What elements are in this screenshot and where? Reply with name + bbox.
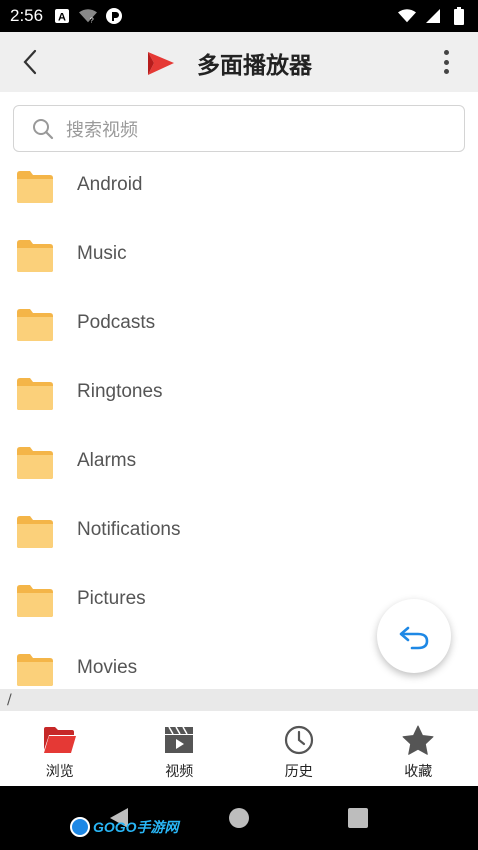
folder-icon xyxy=(17,240,53,272)
bottom-nav: 浏览 视频 历史 收藏 xyxy=(0,711,478,786)
folder-name: Alarms xyxy=(77,450,137,471)
system-home-button[interactable] xyxy=(229,808,249,828)
more-vert-icon xyxy=(443,50,449,55)
watermark-logo-icon xyxy=(70,817,90,837)
folder-icon xyxy=(17,516,53,548)
folder-name: Ringtones xyxy=(77,381,163,402)
svg-text:A: A xyxy=(58,12,66,24)
folder-icon xyxy=(17,171,53,203)
video-clapper-icon xyxy=(161,723,197,757)
signal-icon xyxy=(424,7,442,25)
nav-label: 视频 xyxy=(165,764,194,780)
folder-item-notifications[interactable]: Notifications xyxy=(0,497,478,566)
folder-name: Podcasts xyxy=(77,312,156,333)
search-input[interactable]: 搜索视频 xyxy=(13,105,465,152)
wifi-unknown-icon: ? xyxy=(79,7,98,25)
battery-icon xyxy=(450,7,468,25)
watermark: GOGO手游网 xyxy=(70,817,179,837)
folder-icon xyxy=(17,378,53,410)
app-bar: 多面播放器 xyxy=(0,32,478,92)
folder-item-podcasts[interactable]: Podcasts xyxy=(0,290,478,359)
system-status-icons xyxy=(398,7,468,25)
more-options-button[interactable] xyxy=(434,46,458,78)
folder-icon xyxy=(17,447,53,479)
app-title: 多面播放器 xyxy=(197,53,312,79)
nav-tab-favorites[interactable]: 收藏 xyxy=(359,711,478,786)
status-bar: 2:56 A ? xyxy=(0,0,478,32)
folder-icon xyxy=(17,654,53,686)
folder-item-ringtones[interactable]: Ringtones xyxy=(0,359,478,428)
folder-item-alarms[interactable]: Alarms xyxy=(0,428,478,497)
app-notification-icon xyxy=(105,7,123,25)
wifi-icon xyxy=(398,7,416,25)
folder-item-android[interactable]: Android xyxy=(0,152,478,221)
back-button[interactable] xyxy=(0,32,60,92)
clock-icon xyxy=(281,723,317,757)
undo-arrow-icon xyxy=(399,626,429,650)
return-fab-button[interactable] xyxy=(377,599,451,673)
folder-name: Movies xyxy=(77,657,138,678)
folder-item-music[interactable]: Music xyxy=(0,221,478,290)
notification-icons: A ? xyxy=(53,7,123,25)
folder-name: Pictures xyxy=(77,588,146,609)
search-icon xyxy=(33,118,54,139)
folder-open-icon xyxy=(42,723,78,757)
folder-icon xyxy=(17,309,53,341)
folder-name: Notifications xyxy=(77,519,181,540)
folder-icon xyxy=(17,585,53,617)
svg-text:?: ? xyxy=(90,15,94,24)
nav-tab-history[interactable]: 历史 xyxy=(239,711,359,786)
status-time: 2:56 xyxy=(10,6,44,25)
nav-label: 历史 xyxy=(284,764,313,780)
nav-label: 收藏 xyxy=(404,764,433,780)
folder-name: Music xyxy=(77,243,127,264)
chevron-left-icon xyxy=(23,49,37,75)
system-recents-button[interactable] xyxy=(348,808,368,828)
search-placeholder: 搜索视频 xyxy=(66,119,138,141)
star-icon xyxy=(400,723,436,757)
nav-tab-videos[interactable]: 视频 xyxy=(120,711,240,786)
font-notification-icon: A xyxy=(53,7,71,25)
watermark-text: GOGO手游网 xyxy=(93,819,179,835)
app-logo-icon xyxy=(148,52,174,75)
system-nav-bar: GOGO手游网 xyxy=(0,786,478,850)
current-path: / xyxy=(0,689,478,711)
folder-name: Android xyxy=(77,174,143,195)
nav-tab-browse[interactable]: 浏览 xyxy=(0,711,120,786)
nav-label: 浏览 xyxy=(45,764,74,780)
